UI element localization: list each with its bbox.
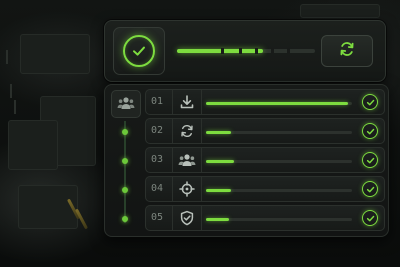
timeline-dot bbox=[122, 129, 128, 135]
check-circle-icon bbox=[362, 152, 378, 168]
task-row-01[interactable]: 01 bbox=[145, 89, 385, 115]
task-number: 02 bbox=[151, 125, 164, 136]
check-circle-icon bbox=[123, 35, 155, 67]
shield-check-icon bbox=[172, 206, 202, 230]
users-icon bbox=[172, 148, 202, 172]
timeline-dot bbox=[122, 158, 128, 164]
task-progress-bar bbox=[206, 189, 352, 192]
target-icon bbox=[172, 177, 202, 201]
task-progress-bar bbox=[206, 160, 352, 163]
check-circle-icon bbox=[362, 181, 378, 197]
timeline-dot bbox=[122, 216, 128, 222]
users-icon bbox=[117, 95, 135, 114]
task-number: 03 bbox=[151, 154, 164, 165]
status-tile bbox=[113, 27, 165, 75]
task-number: 05 bbox=[151, 212, 164, 223]
check-circle-icon bbox=[362, 210, 378, 226]
timeline-dot bbox=[122, 187, 128, 193]
refresh-icon bbox=[338, 40, 356, 62]
task-row-05[interactable]: 05 bbox=[145, 205, 385, 231]
task-row-04[interactable]: 04 bbox=[145, 176, 385, 202]
task-row-02[interactable]: 02 bbox=[145, 118, 385, 144]
task-progress-fill bbox=[206, 189, 231, 192]
task-progress-fill bbox=[206, 160, 234, 163]
task-progress-bar bbox=[206, 102, 352, 105]
task-list-panel: 01 02 03 04 05 bbox=[104, 84, 389, 237]
refresh-icon bbox=[172, 119, 202, 143]
status-panel bbox=[104, 20, 386, 82]
task-progress-bar bbox=[206, 218, 352, 221]
check-circle-icon bbox=[362, 123, 378, 139]
timeline-line bbox=[124, 121, 126, 223]
task-progress-bar bbox=[206, 131, 352, 134]
task-number: 01 bbox=[151, 96, 164, 107]
overall-progress-fill bbox=[177, 49, 263, 53]
check-circle-icon bbox=[362, 94, 378, 110]
task-number: 04 bbox=[151, 183, 164, 194]
task-progress-fill bbox=[206, 218, 230, 221]
overall-progress-bar bbox=[177, 48, 315, 54]
task-row-03[interactable]: 03 bbox=[145, 147, 385, 173]
task-progress-fill bbox=[206, 102, 348, 105]
task-progress-fill bbox=[206, 131, 231, 134]
group-tile bbox=[111, 90, 141, 118]
download-icon bbox=[172, 90, 202, 114]
refresh-button[interactable] bbox=[321, 35, 373, 67]
